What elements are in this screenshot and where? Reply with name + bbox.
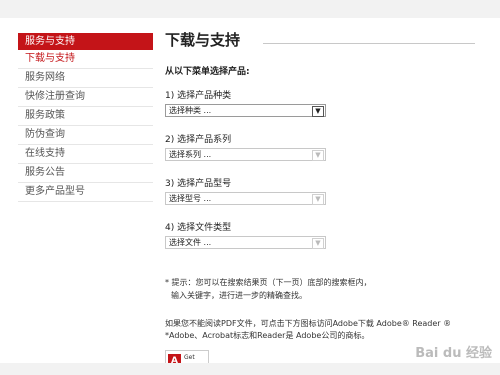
sidebar-header: 服务与支持 xyxy=(18,33,153,50)
dropdown-arrow-icon[interactable]: ▼ xyxy=(312,106,324,117)
sidebar-item-anti-counterfeit[interactable]: 防伪查询 xyxy=(18,126,153,145)
pdf-note-line: 如果您不能阅读PDF文件，可点击下方图标访问Adobe下载 Adobe® Rea… xyxy=(165,319,452,328)
sidebar-item-online-support[interactable]: 在线支持 xyxy=(18,145,153,164)
select-value: 选择系列 ... xyxy=(169,150,212,159)
product-category-select[interactable]: 选择种类 ... ▼ xyxy=(165,104,326,117)
select-value: 选择型号 ... xyxy=(169,194,212,203)
dropdown-arrow-icon[interactable]: ▼ xyxy=(312,150,324,161)
search-tip: * 提示：您可以在搜索结果页（下一页）底部的搜索框内， 输入关键字，进行进一步的… xyxy=(165,276,480,302)
step-product-series: 2) 选择产品系列 选择系列 ... ▼ xyxy=(165,132,326,161)
product-series-select[interactable]: 选择系列 ... ▼ xyxy=(165,148,326,161)
sidebar-item-service-notice[interactable]: 服务公告 xyxy=(18,164,153,183)
sidebar-item-quick-repair[interactable]: 快修注册查询 xyxy=(18,88,153,107)
sidebar-item-more-models[interactable]: 更多产品型号 xyxy=(18,183,153,202)
intro-text: 从以下菜单选择产品: xyxy=(165,67,250,77)
bottom-strip xyxy=(0,363,500,375)
main-content: 下载与支持 从以下菜单选择产品: 1) 选择产品种类 选择种类 ... ▼ 2)… xyxy=(165,30,475,372)
select-value: 选择种类 ... xyxy=(169,106,212,115)
title-divider xyxy=(263,43,475,44)
top-strip xyxy=(0,0,500,18)
file-type-select[interactable]: 选择文件 ... ▼ xyxy=(165,236,326,249)
step-label: 2) 选择产品系列 xyxy=(165,135,232,145)
select-value: 选择文件 ... xyxy=(169,238,212,247)
step-product-category: 1) 选择产品种类 选择种类 ... ▼ xyxy=(165,88,326,117)
step-label: 3) 选择产品型号 xyxy=(165,179,232,189)
sidebar: 服务与支持 下载与支持 服务网络 快修注册查询 服务政策 防伪查询 在线支持 服… xyxy=(18,33,153,202)
step-file-type: 4) 选择文件类型 选择文件 ... ▼ xyxy=(165,220,326,249)
watermark: Bai du 经验 xyxy=(415,346,492,361)
sidebar-item-service-network[interactable]: 服务网络 xyxy=(18,69,153,88)
step-label: 1) 选择产品种类 xyxy=(165,91,232,101)
sidebar-item-download-support[interactable]: 下载与支持 xyxy=(18,50,153,69)
step-product-model: 3) 选择产品型号 选择型号 ... ▼ xyxy=(165,176,326,205)
tip-line: 输入关键字，进行进一步的精确查找。 xyxy=(171,291,307,300)
sidebar-item-service-policy[interactable]: 服务政策 xyxy=(18,107,153,126)
tip-line: * 提示：您可以在搜索结果页（下一页）底部的搜索框内， xyxy=(165,278,372,287)
pdf-note: 如果您不能阅读PDF文件，可点击下方图标访问Adobe下载 Adobe® Rea… xyxy=(165,318,485,342)
page-title: 下载与支持 xyxy=(165,31,241,49)
step-label: 4) 选择文件类型 xyxy=(165,223,232,233)
dropdown-arrow-icon[interactable]: ▼ xyxy=(312,194,324,205)
pdf-note-line: *Adobe、Acrobat标志和Reader是 Adobe公司的商标。 xyxy=(165,331,370,340)
dropdown-arrow-icon[interactable]: ▼ xyxy=(312,238,324,249)
get-reader-label: Get xyxy=(184,354,195,361)
product-model-select[interactable]: 选择型号 ... ▼ xyxy=(165,192,326,205)
